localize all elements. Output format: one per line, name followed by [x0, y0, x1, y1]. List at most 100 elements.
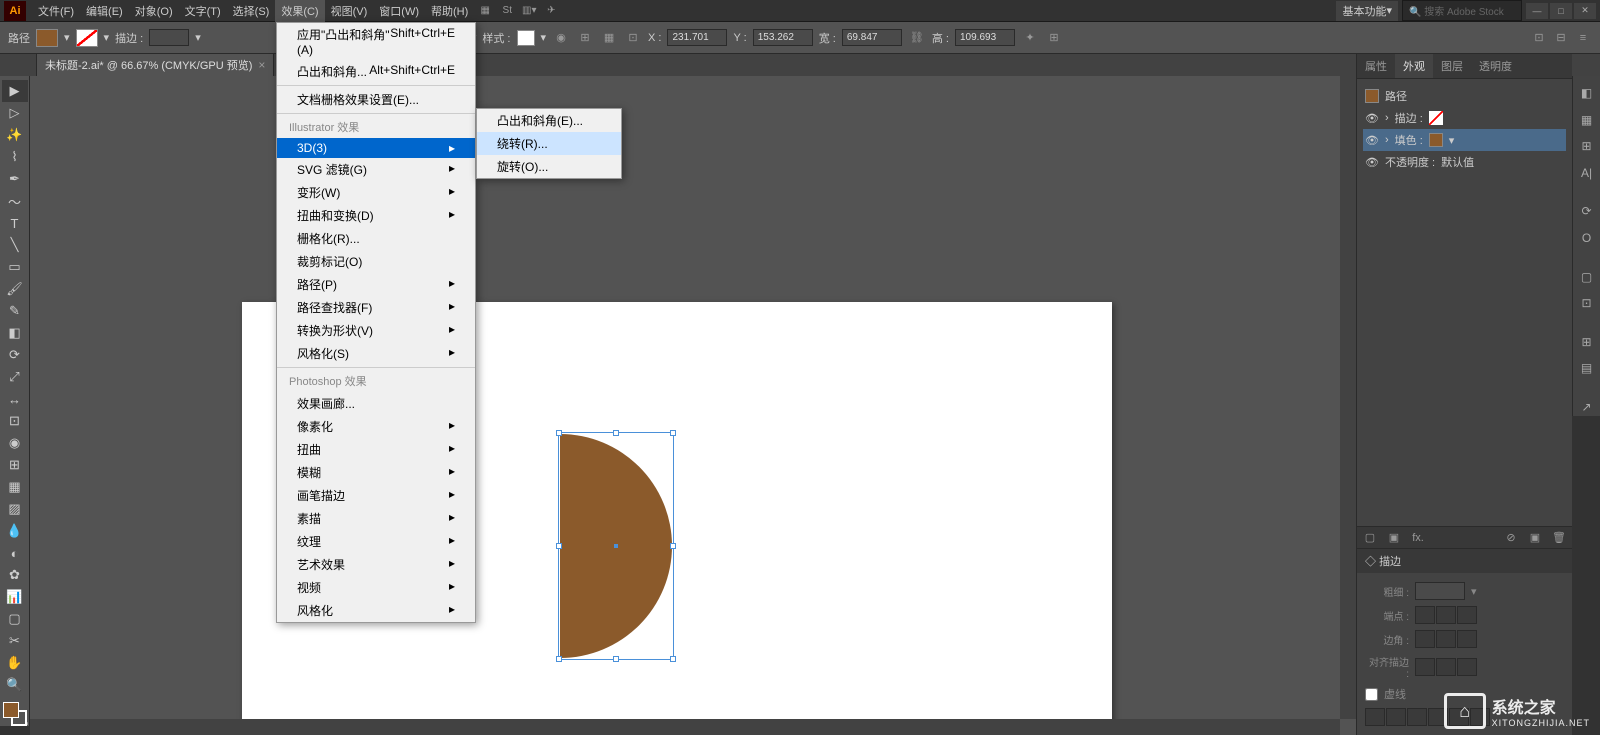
gradient-tool[interactable]: ▨ — [2, 498, 28, 520]
stock-icon[interactable]: St — [496, 2, 518, 20]
stroke-none-swatch[interactable] — [1429, 111, 1443, 125]
stroke-swatch[interactable] — [76, 29, 98, 47]
corner-miter[interactable] — [1415, 630, 1435, 648]
dash-checkbox[interactable] — [1365, 688, 1378, 701]
rotate-tool[interactable]: ⟳ — [2, 344, 28, 366]
tab-properties[interactable]: 属性 — [1357, 54, 1395, 78]
assets-icon[interactable]: ↗ — [1577, 397, 1597, 416]
menu-object[interactable]: 对象(O) — [129, 0, 179, 22]
visibility-opacity-icon[interactable]: 👁 — [1365, 156, 1379, 169]
cap-round[interactable] — [1436, 606, 1456, 624]
lasso-tool[interactable]: ⌇ — [2, 146, 28, 168]
tab-appearance[interactable]: 外观 — [1395, 54, 1433, 78]
bridge-icon[interactable]: ▦ — [474, 2, 496, 20]
dd-3d[interactable]: 3D(3)▸ — [277, 138, 475, 158]
shaper-tool[interactable]: ✎ — [2, 300, 28, 322]
hand-tool[interactable]: ✋ — [2, 652, 28, 674]
document-tab[interactable]: 未标题-2.ai* @ 66.67% (CMYK/GPU 预览) × — [36, 53, 274, 76]
menu-select[interactable]: 选择(S) — [227, 0, 276, 22]
weight-input[interactable] — [1415, 582, 1465, 600]
align-center[interactable] — [1415, 658, 1435, 676]
sub-extrude[interactable]: 凸出和斜角(E)... — [477, 109, 621, 132]
dd-artistic[interactable]: 艺术效果▸ — [277, 553, 475, 576]
handle-bm[interactable] — [613, 656, 619, 662]
scale-tool[interactable]: ⤢ — [2, 366, 28, 388]
fill-stroke-swatch[interactable] — [3, 702, 27, 726]
search-stock[interactable]: 🔍 搜索 Adobe Stock — [1402, 0, 1522, 21]
symbol-sprayer-tool[interactable]: ✿ — [2, 564, 28, 586]
scrollbar-vertical[interactable] — [1340, 76, 1356, 719]
workspace-switcher[interactable]: 基本功能 ▾ — [1336, 1, 1398, 21]
handle-br[interactable] — [670, 656, 676, 662]
dd-convert-shape[interactable]: 转换为形状(V)▸ — [277, 319, 475, 342]
dd-stylize[interactable]: 风格化(S)▸ — [277, 342, 475, 365]
recolor-icon[interactable]: ◉ — [552, 29, 570, 47]
eyedropper-tool[interactable]: 💧 — [2, 520, 28, 542]
shape-icon[interactable]: ▦ — [600, 29, 618, 47]
symbols-icon[interactable]: A| — [1577, 164, 1597, 183]
dd-pixelate[interactable]: 像素化▸ — [277, 415, 475, 438]
dd-video[interactable]: 视频▸ — [277, 576, 475, 599]
dd-apply-last[interactable]: 应用"凸出和斜角"(A)Shift+Ctrl+E — [277, 23, 475, 60]
menu-window[interactable]: 窗口(W) — [373, 0, 425, 22]
dd-rasterize[interactable]: 栅格化(R)... — [277, 227, 475, 250]
menu-file[interactable]: 文件(F) — [32, 0, 80, 22]
tab-transparency[interactable]: 透明度 — [1471, 54, 1520, 78]
curvature-tool[interactable]: ～ — [2, 190, 28, 212]
window-close[interactable]: ✕ — [1574, 3, 1596, 19]
extra2-icon[interactable]: ⊞ — [1045, 29, 1063, 47]
delete-icon[interactable]: 🗑 — [1550, 529, 1568, 547]
type-tool[interactable]: T — [2, 212, 28, 234]
slice-tool[interactable]: ✂ — [2, 630, 28, 652]
corner-bevel[interactable] — [1457, 630, 1477, 648]
gpu-icon[interactable]: ✈ — [540, 2, 562, 20]
zoom-tool[interactable]: 🔍 — [2, 674, 28, 696]
mesh-tool[interactable]: ▦ — [2, 476, 28, 498]
fill-row-label[interactable]: 填色 : — [1395, 132, 1423, 148]
layers-icon[interactable]: ▤ — [1577, 359, 1597, 378]
dd-brush[interactable]: 画笔描边▸ — [277, 484, 475, 507]
prefs-icon[interactable]: ⊡ — [1530, 29, 1548, 47]
gradient-icon[interactable]: O — [1577, 229, 1597, 248]
line-tool[interactable]: ╲ — [2, 234, 28, 256]
dd-pathfinder[interactable]: 路径查找器(F)▸ — [277, 296, 475, 319]
w-input[interactable] — [842, 29, 902, 46]
menu-help[interactable]: 帮助(H) — [425, 0, 474, 22]
window-minimize[interactable]: — — [1526, 3, 1548, 19]
paintbrush-tool[interactable]: 🖌 — [2, 278, 28, 300]
scrollbar-horizontal[interactable] — [30, 719, 1340, 735]
y-input[interactable] — [753, 29, 813, 46]
dash1[interactable] — [1365, 708, 1385, 726]
rectangle-tool[interactable]: ▭ — [2, 256, 28, 278]
stroke-weight-input[interactable] — [149, 29, 189, 46]
menu-text[interactable]: 文字(T) — [179, 0, 227, 22]
transparency-icon[interactable]: ▢ — [1577, 267, 1597, 286]
tab-layers[interactable]: 图层 — [1433, 54, 1471, 78]
selection-bounding-box[interactable] — [558, 432, 674, 660]
document-tab-close[interactable]: × — [258, 58, 265, 72]
opacity-row-value[interactable]: 默认值 — [1441, 154, 1474, 170]
graph-tool[interactable]: 📊 — [2, 586, 28, 608]
dd-svg[interactable]: SVG 滤镜(G)▸ — [277, 158, 475, 181]
sub-rotate[interactable]: 旋转(O)... — [477, 155, 621, 178]
duplicate-icon[interactable]: ▣ — [1526, 529, 1544, 547]
appearance-icon[interactable]: ⊡ — [1577, 294, 1597, 313]
perspective-tool[interactable]: ⊞ — [2, 454, 28, 476]
handle-mr[interactable] — [670, 543, 676, 549]
dash2[interactable] — [1407, 708, 1427, 726]
handle-tm[interactable] — [613, 430, 619, 436]
dd-gallery[interactable]: 效果画廊... — [277, 392, 475, 415]
dd-sketch[interactable]: 素描▸ — [277, 507, 475, 530]
handle-tl[interactable] — [556, 430, 562, 436]
dd-raster-settings[interactable]: 文档栅格效果设置(E)... — [277, 88, 475, 111]
menu-edit[interactable]: 编辑(E) — [80, 0, 129, 22]
blend-tool[interactable]: ◐ — [2, 542, 28, 564]
dd-texture[interactable]: 纹理▸ — [277, 530, 475, 553]
align-inside[interactable] — [1436, 658, 1456, 676]
align-outside[interactable] — [1457, 658, 1477, 676]
style-swatch[interactable] — [517, 30, 535, 46]
gap1[interactable] — [1386, 708, 1406, 726]
dd-distort[interactable]: 扭曲和变换(D)▸ — [277, 204, 475, 227]
stroke-row-label[interactable]: 描边 : — [1395, 110, 1423, 126]
visibility-stroke-icon[interactable]: 👁 — [1365, 112, 1379, 125]
